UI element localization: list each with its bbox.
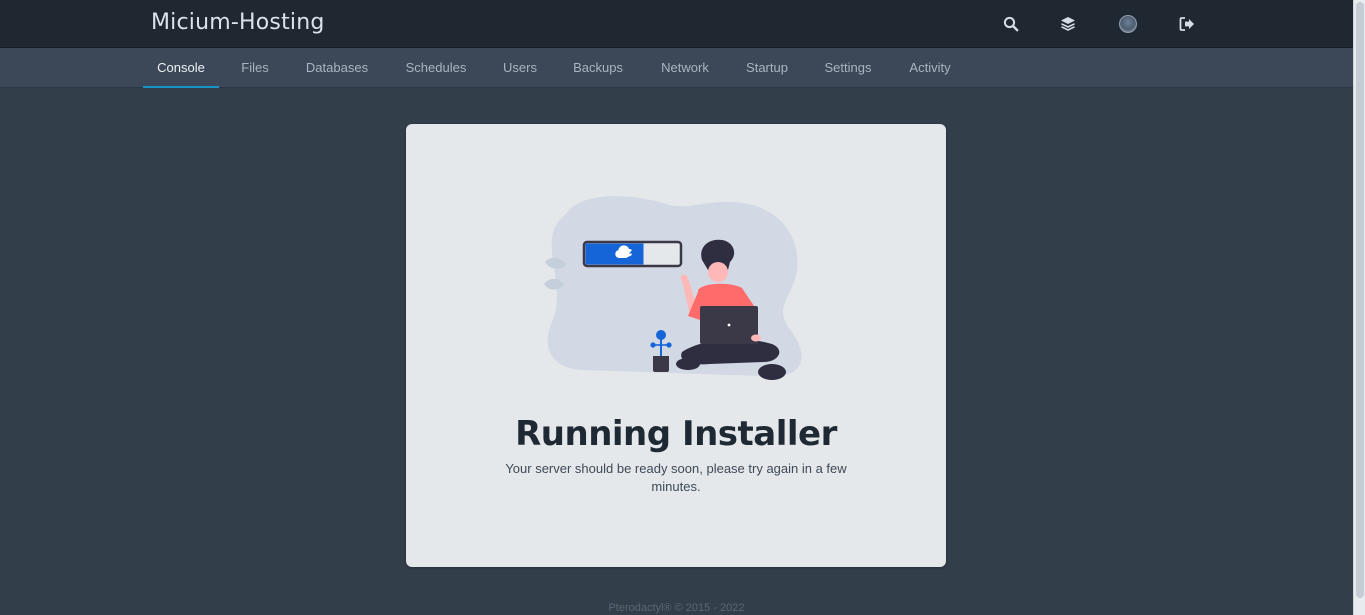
tab-settings[interactable]: Settings [812,48,884,88]
page-scrollbar[interactable] [1353,0,1365,615]
tab-network[interactable]: Network [648,48,722,88]
top-bar: Micium-Hosting [0,0,1353,48]
tab-backups[interactable]: Backups [560,48,636,88]
server-installing-illustration [544,196,802,380]
server-navigation: Console Files Databases Schedules Users … [0,48,1353,88]
layers-icon[interactable] [1056,12,1080,36]
footer-copyright: Pterodactyl® © 2015 - 2022 [608,602,745,614]
search-icon[interactable] [999,12,1023,36]
tab-activity[interactable]: Activity [896,48,964,88]
tab-files[interactable]: Files [229,48,281,88]
tab-databases[interactable]: Databases [292,48,382,88]
tab-console[interactable]: Console [143,48,219,88]
scrollbar-thumb[interactable] [1356,2,1364,598]
avatar[interactable] [1116,12,1140,36]
brand-title[interactable]: Micium-Hosting [151,10,325,35]
page-title: Running Installer [515,414,837,454]
tab-startup[interactable]: Startup [733,48,801,88]
sign-out-icon[interactable] [1175,12,1199,36]
avatar-image [1119,15,1137,33]
tab-users[interactable]: Users [491,48,549,88]
status-message: Your server should be ready soon, please… [505,461,847,494]
installer-status-card: Running Installer Your server should be … [406,124,946,567]
tab-schedules[interactable]: Schedules [392,48,480,88]
